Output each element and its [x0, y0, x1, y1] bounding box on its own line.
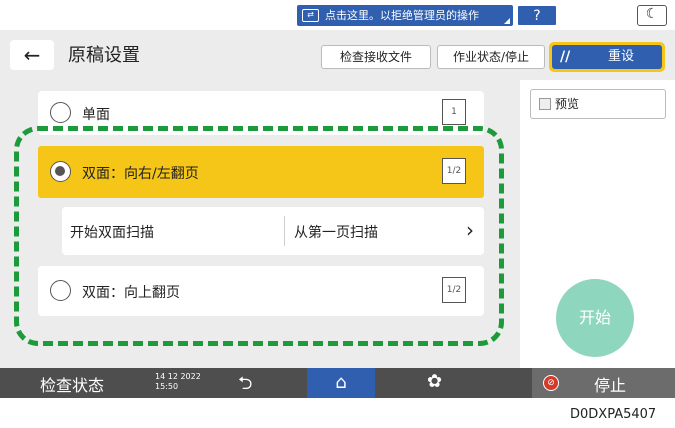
radio-single-sided[interactable] — [50, 102, 71, 123]
original-settings-panel: 单面 1 双面：向右/左翻页 1/2 开始双面扫描 从第一页扫描 › 双面：向上… — [0, 80, 516, 368]
preview-label: 预览 — [555, 97, 580, 111]
divider — [284, 216, 285, 246]
help-button[interactable]: ? — [517, 5, 557, 26]
date-time: 14 12 2022 15:50 — [155, 372, 201, 392]
scan-label: 开始双面扫描 — [70, 225, 154, 241]
stop-icon: ⊘ — [543, 375, 559, 391]
option-label: 单面 — [82, 107, 110, 123]
page-title: 原稿设置 — [68, 45, 140, 66]
radio-duplex-left-right[interactable] — [50, 161, 71, 182]
preview-checkbox[interactable]: 预览 — [530, 89, 666, 119]
option-duplex-left-right[interactable]: 双面：向右/左翻页 1/2 — [38, 146, 484, 198]
header: ← 原稿设置 检查接收文件 作业状态/停止 // 重设 — [0, 30, 675, 78]
start-duplex-scan-row[interactable]: 开始双面扫描 从第一页扫描 › — [62, 207, 484, 255]
scan-value: 从第一页扫描 — [294, 225, 378, 241]
option-label: 双面：向上翻页 — [82, 285, 180, 301]
right-panel: 预览 开始 — [520, 80, 675, 368]
admin-notice-text: 点击这里。以拒绝管理员的操作 — [325, 9, 479, 22]
option-label: 双面：向右/左翻页 — [82, 166, 199, 182]
copier-screen: ⇄ 点击这里。以拒绝管理员的操作 ? ☾ ← 原稿设置 检查接收文件 作业状态/… — [0, 0, 675, 398]
reset-label: 重设 — [608, 49, 635, 64]
remote-admin-icon: ⇄ — [302, 9, 319, 22]
stop-button[interactable]: ⊘ 停止 — [532, 368, 675, 398]
date-text: 14 12 2022 — [155, 372, 201, 381]
gear-icon[interactable]: ✿ — [427, 371, 442, 392]
start-button[interactable]: 开始 — [556, 279, 634, 357]
night-mode-icon[interactable]: ☾ — [637, 5, 667, 26]
corner-arrow-icon — [504, 18, 510, 24]
back-button[interactable]: ← — [10, 40, 54, 70]
duplex-page-icon: 1/2 — [442, 158, 466, 184]
home-icon[interactable]: ⌂ — [307, 368, 375, 398]
top-flip-page-icon: 1/2 — [442, 277, 466, 303]
option-duplex-top-flip[interactable]: 双面：向上翻页 1/2 — [38, 266, 484, 316]
chevron-right-icon: › — [466, 218, 474, 242]
checkbox-icon — [539, 98, 551, 110]
stop-label: 停止 — [594, 376, 627, 395]
figure-code: D0DXPA5407 — [570, 407, 657, 422]
time-text: 15:50 — [155, 382, 179, 391]
check-received-files-button[interactable]: 检查接收文件 — [321, 45, 431, 69]
reset-button[interactable]: // 重设 — [549, 42, 665, 72]
check-status-button[interactable]: 检查状态 — [40, 372, 104, 396]
bottom-bar: 检查状态 14 12 2022 15:50 ⮌ ⌂ ✿ ⊘ 停止 — [0, 368, 675, 398]
top-notification-bar: ⇄ 点击这里。以拒绝管理员的操作 ? ☾ — [0, 0, 675, 30]
job-status-stop-button[interactable]: 作业状态/停止 — [437, 45, 545, 69]
radio-duplex-top-flip[interactable] — [50, 280, 71, 301]
single-page-icon: 1 — [442, 99, 466, 125]
admin-notice-button[interactable]: ⇄ 点击这里。以拒绝管理员的操作 — [297, 5, 513, 26]
reset-icon: // — [560, 49, 571, 65]
undo-icon[interactable]: ⮌ — [238, 371, 252, 398]
